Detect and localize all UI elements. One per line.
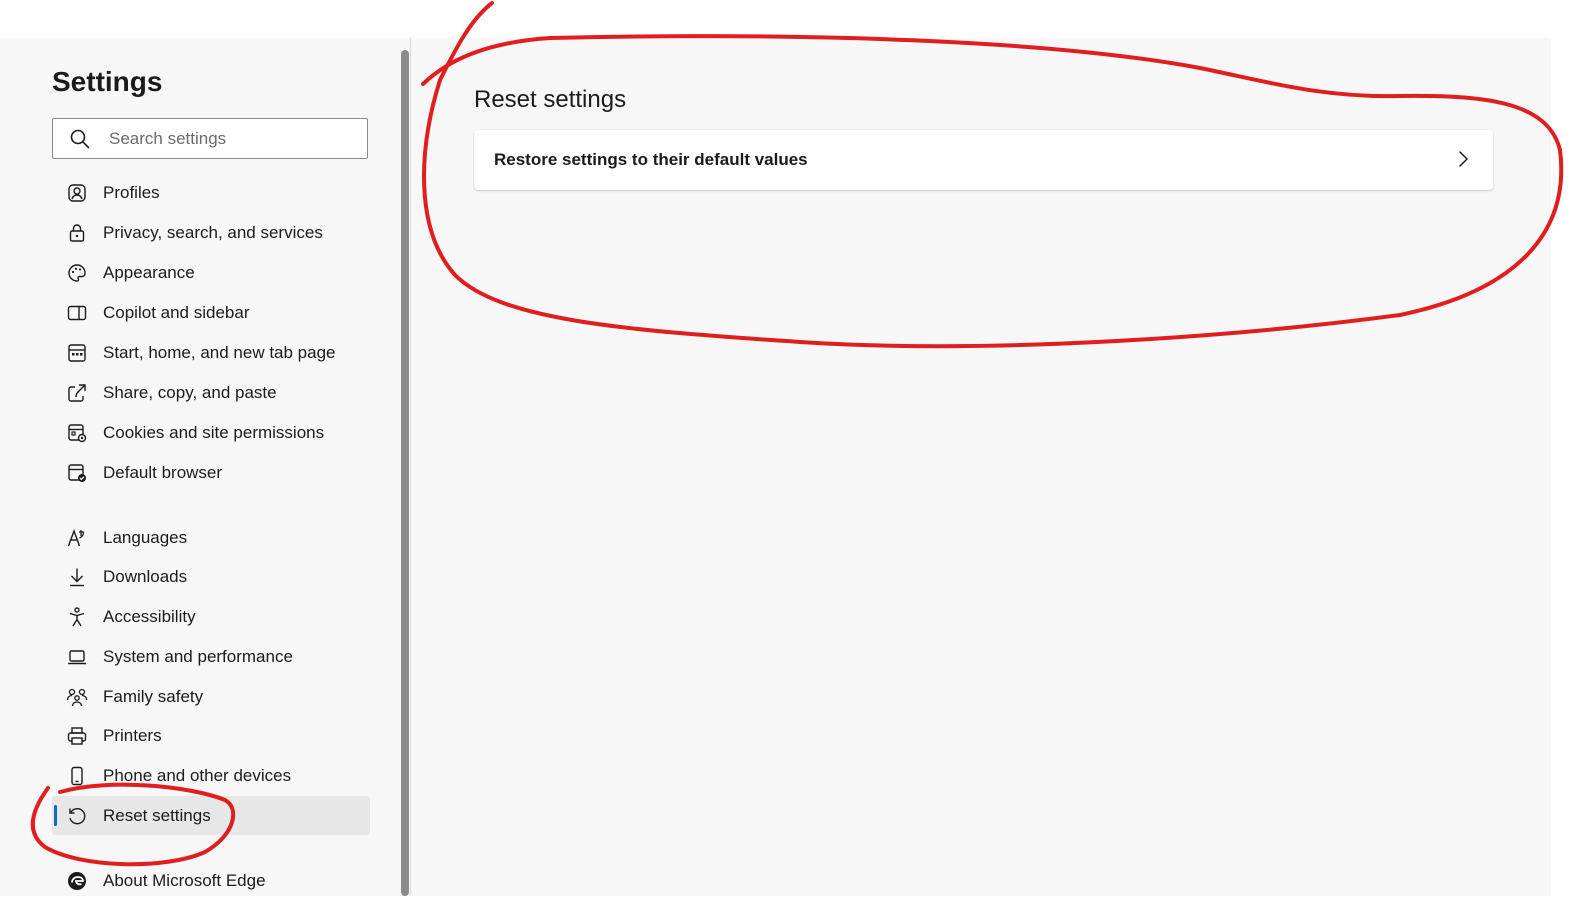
sidebar-item-family-safety[interactable]: Family safety (52, 677, 370, 716)
sidebar-item-share-copy-paste[interactable]: Share, copy, and paste (52, 373, 370, 412)
sidebar-item-label: Share, copy, and paste (103, 382, 277, 402)
edge-logo-icon (66, 870, 88, 892)
restore-defaults-card[interactable]: Restore settings to their default values (474, 130, 1493, 190)
default-browser-icon (66, 462, 88, 484)
search-input[interactable] (109, 128, 349, 149)
scrollbar-thumb[interactable] (401, 50, 409, 896)
accessibility-icon (66, 606, 88, 628)
sidebar-item-privacy[interactable]: Privacy, search, and services (52, 213, 370, 252)
share-icon (66, 382, 88, 404)
sidebar-item-downloads[interactable]: Downloads (52, 557, 370, 596)
sidebar-item-label: Family safety (103, 686, 204, 706)
sidebar-item-label: Languages (103, 527, 188, 547)
settings-content: Reset settings Restore settings to their… (411, 38, 1551, 896)
restore-defaults-label: Restore settings to their default values (494, 150, 808, 169)
sidebar-item-label: Printers (103, 725, 162, 745)
sidebar-item-phone-devices[interactable]: Phone and other devices (52, 756, 370, 795)
section-title: Reset settings (474, 86, 627, 113)
palette-icon (66, 262, 88, 284)
search-icon (70, 129, 90, 148)
settings-title: Settings (52, 66, 163, 97)
sidebar-item-accessibility[interactable]: Accessibility (52, 597, 370, 636)
sidebar-item-cookies[interactable]: Cookies and site permissions (52, 413, 370, 452)
sidebar-item-system-performance[interactable]: System and performance (52, 637, 370, 676)
search-box[interactable] (52, 118, 368, 159)
chevron-right-icon (1459, 151, 1468, 167)
printer-icon (66, 725, 88, 747)
sidebar-item-start-home[interactable]: Start, home, and new tab page (52, 333, 370, 372)
sidebar-item-label: Privacy, search, and services (103, 222, 323, 242)
sidebar-icon (66, 302, 88, 324)
sidebar-item-label: Profiles (103, 182, 160, 202)
sidebar-item-label: Start, home, and new tab page (103, 342, 336, 362)
phone-icon (66, 765, 88, 787)
settings-sidebar: Settings Profiles Privacy, search, and s… (0, 38, 400, 896)
sidebar-item-label: Default browser (103, 462, 223, 482)
sidebar-item-reset-settings[interactable]: Reset settings (52, 796, 370, 835)
sidebar-item-appearance[interactable]: Appearance (52, 253, 370, 292)
profile-icon (66, 182, 88, 204)
sidebar-item-label: Phone and other devices (103, 765, 292, 785)
laptop-icon (66, 646, 88, 668)
languages-icon (66, 527, 88, 549)
family-icon (66, 686, 88, 708)
lock-icon (66, 222, 88, 244)
reset-icon (66, 805, 88, 827)
sidebar-item-label: Copilot and sidebar (103, 302, 250, 322)
sidebar-scrollbar[interactable] (400, 48, 410, 896)
sidebar-item-label: Accessibility (103, 606, 196, 626)
sidebar-item-languages[interactable]: Languages (52, 518, 370, 557)
sidebar-item-printers[interactable]: Printers (52, 716, 370, 755)
cookies-icon (66, 422, 88, 444)
sidebar-item-label: About Microsoft Edge (103, 870, 266, 890)
sidebar-item-copilot-sidebar[interactable]: Copilot and sidebar (52, 293, 370, 332)
sidebar-item-label: Reset settings (103, 805, 211, 825)
sidebar-item-label: Downloads (103, 566, 188, 586)
sidebar-item-label: System and performance (103, 646, 293, 666)
sidebar-item-default-browser[interactable]: Default browser (52, 453, 370, 492)
home-tabs-icon (66, 342, 88, 364)
sidebar-item-about-edge[interactable]: About Microsoft Edge (52, 861, 370, 900)
settings-window: Settings Profiles Privacy, search, and s… (0, 38, 1551, 896)
sidebar-item-profiles[interactable]: Profiles (52, 173, 370, 212)
sidebar-item-label: Cookies and site permissions (103, 422, 325, 442)
sidebar-item-label: Appearance (103, 262, 195, 282)
download-icon (66, 566, 88, 588)
